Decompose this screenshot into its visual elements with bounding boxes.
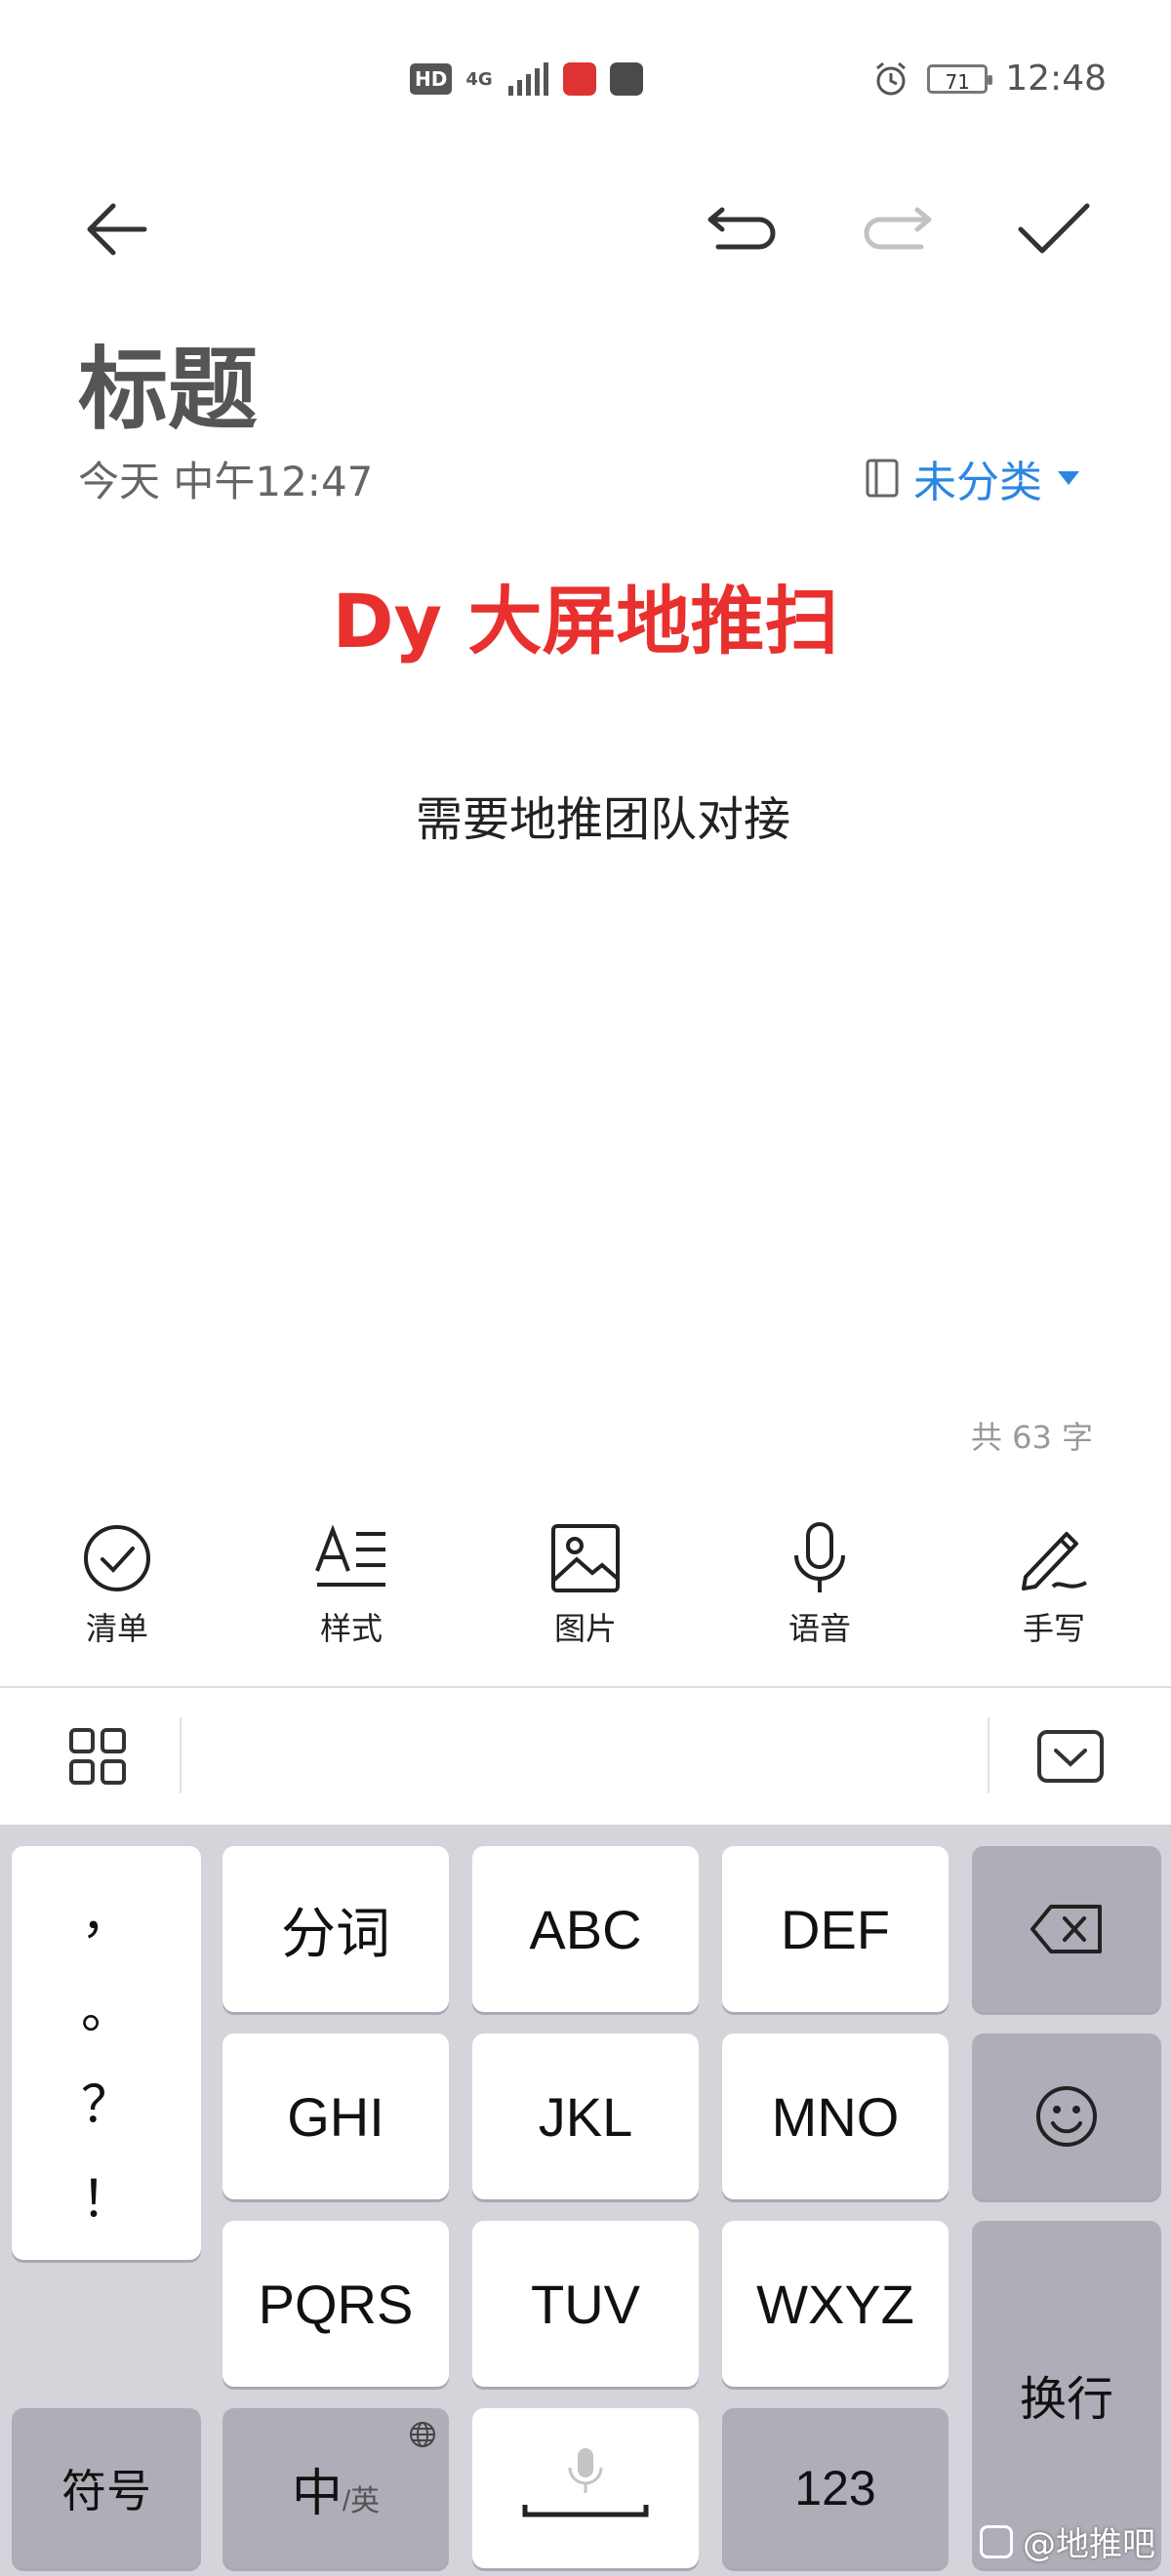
status-icons-right: 71 12:48 [872,59,1107,99]
keyboard-hide-icon [1037,1730,1104,1783]
toolbar-divider [988,1717,989,1793]
pen-icon [1022,1532,1087,1590]
watermark-logo-icon [980,2524,1013,2558]
numbers-key[interactable]: 123 [722,2408,949,2568]
notebook-icon [866,459,899,498]
word-count: 共 63 字 [970,1419,1093,1456]
network-label: 4G [465,68,493,90]
language-switch-key[interactable]: 中 /英 [222,2408,449,2568]
key-question[interactable]: ？ [81,2064,132,2137]
key-period[interactable]: 。 [81,1969,132,2042]
space-key[interactable] [472,2408,699,2568]
emoji-key[interactable] [972,2033,1161,2199]
microphone-icon [794,1522,845,1592]
note-tools-bar: 清单 样式 图片 语音 手写 [0,1522,1171,1669]
grid-icon [69,1728,126,1785]
undo-icon [707,207,776,250]
watermark: @地推吧 [980,2517,1155,2565]
baidu-app-icon [562,62,596,96]
status-bar: HD 4G 71 12:48 [0,0,1171,166]
key-mno[interactable]: MNO [722,2033,949,2199]
signal-icon [507,62,548,96]
category-selector[interactable]: 未分类 [865,447,1081,509]
keyboard-menu-button[interactable] [54,1712,141,1800]
key-exclaim[interactable]: ！ [81,2158,132,2232]
note-title[interactable]: 标题 [78,317,258,447]
smiley-icon [1036,2086,1097,2147]
key-wxyz[interactable]: WXYZ [722,2221,949,2387]
tool-image[interactable]: 图片 [512,1522,659,1669]
note-date: 今天 中午12:47 [78,458,374,505]
key-abc[interactable]: ABC [472,1846,699,2012]
redo-button[interactable] [854,185,942,273]
undo-button[interactable] [698,185,786,273]
lang-main-label: 中 [291,2465,343,2522]
tool-checklist[interactable]: 清单 [44,1522,190,1669]
tool-handwriting-label: 手写 [1022,1610,1085,1647]
toolbar-divider [180,1717,182,1793]
tool-voice-label: 语音 [787,1610,851,1647]
key-comma[interactable]: ， [81,1874,132,1948]
image-icon [551,1524,620,1592]
tool-voice[interactable]: 语音 [747,1522,893,1669]
keyboard-toolbar [0,1686,1171,1827]
note-headline[interactable]: Dy 大屏地推扫 [0,561,1171,668]
key-fenci[interactable]: 分词 [222,1846,449,2012]
symbols-key[interactable]: 符号 [12,2408,201,2568]
note-body[interactable]: 需要地推团队对接 [0,781,1171,849]
checklist-icon [84,1525,150,1591]
battery-indicator: 71 [927,63,993,94]
watermark-text: @地推吧 [1023,2525,1155,2564]
backspace-key[interactable] [972,1846,1161,2012]
save-button[interactable] [1010,185,1098,273]
redo-icon [864,207,932,250]
tool-checklist-label: 清单 [85,1610,148,1647]
clock: 12:48 [1005,59,1107,99]
enter-key[interactable]: 换行 [972,2221,1161,2568]
arrow-left-icon [87,203,147,256]
back-button[interactable] [73,185,161,273]
key-jkl[interactable]: JKL [472,2033,699,2199]
space-mic-icon [522,2448,649,2517]
tool-handwriting[interactable]: 手写 [981,1522,1127,1669]
status-icons-left: HD 4G [410,62,643,96]
tool-image-label: 图片 [553,1610,617,1647]
tool-style-label: 样式 [319,1610,383,1647]
globe-icon [410,2422,435,2447]
backspace-icon [1030,1905,1102,1953]
tool-style[interactable]: 样式 [278,1522,424,1669]
hd-badge: HD [410,63,453,95]
category-label: 未分类 [913,458,1042,507]
alarm-icon [876,61,907,95]
lang-alt-label: /英 [342,2485,381,2517]
key-ghi[interactable]: GHI [222,2033,449,2199]
text-style-icon [315,1524,385,1587]
check-icon [1018,203,1090,254]
key-pqrs[interactable]: PQRS [222,2221,449,2387]
key-tuv[interactable]: TUV [472,2221,699,2387]
key-def[interactable]: DEF [722,1846,949,2012]
hide-keyboard-button[interactable] [1027,1712,1114,1800]
punctuation-column[interactable]: ， 。 ？ ！ [12,1846,201,2260]
triangle-down-icon [1058,471,1079,485]
keyboard: ， 。 ？ ！ 分词 ABC DEF GHI JKL MNO PQRS TUV … [0,1825,1171,2576]
huawei-app-icon [609,62,643,96]
